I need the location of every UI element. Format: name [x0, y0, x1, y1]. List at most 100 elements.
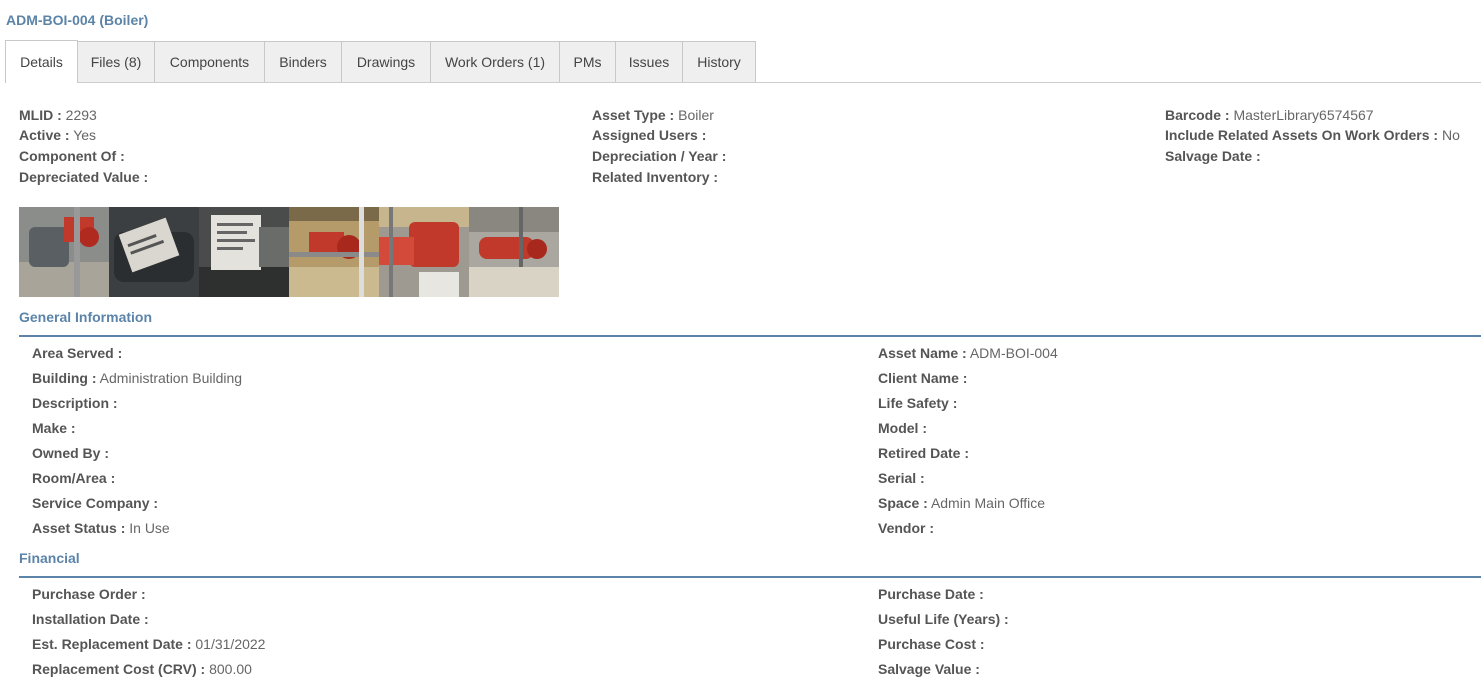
- field-label: Model :: [878, 420, 927, 436]
- field-model: Model :: [878, 420, 927, 436]
- field-value: Admin Main Office: [930, 495, 1046, 511]
- field-value: Administration Building: [99, 370, 243, 386]
- field-label: Purchase Date :: [878, 586, 984, 602]
- field-purchase-cost: Purchase Cost :: [878, 636, 985, 652]
- field-label: Salvage Value :: [878, 661, 980, 677]
- field-purchase-date: Purchase Date :: [878, 586, 984, 602]
- section-divider: [19, 576, 1481, 578]
- field-label: Barcode :: [1165, 107, 1230, 123]
- field-value: 800.00: [209, 661, 252, 677]
- field-client-name: Client Name :: [878, 370, 967, 386]
- field-life-safety: Life Safety :: [878, 395, 957, 411]
- photo-thumbnail[interactable]: [469, 207, 559, 297]
- tab-bar: Details Files (8) Components Binders Dra…: [5, 40, 1481, 83]
- field-mlid: MLID : 2293: [19, 107, 97, 123]
- field-value: 01/31/2022: [195, 636, 266, 652]
- field-vendor: Vendor :: [878, 520, 934, 536]
- photo-thumbnail[interactable]: [19, 207, 109, 297]
- field-label: Depreciated Value :: [19, 169, 149, 185]
- field-label: Serial :: [878, 470, 925, 486]
- field-room-area: Room/Area :: [32, 470, 115, 486]
- field-label: Est. Replacement Date :: [32, 636, 192, 652]
- field-label: Make :: [32, 420, 76, 436]
- field-active: Active : Yes: [19, 127, 96, 143]
- field-component-of: Component Of :: [19, 148, 125, 164]
- tab-binders[interactable]: Binders: [264, 41, 342, 82]
- field-label: Description :: [32, 395, 118, 411]
- tab-components[interactable]: Components: [154, 41, 265, 82]
- tab-history[interactable]: History: [682, 41, 756, 82]
- field-description: Description :: [32, 395, 118, 411]
- field-service-company: Service Company :: [32, 495, 158, 511]
- tab-pms[interactable]: PMs: [559, 41, 616, 82]
- field-depreciated-value: Depreciated Value :: [19, 169, 148, 185]
- field-value: Boiler: [678, 107, 714, 123]
- field-related-inventory: Related Inventory :: [592, 169, 718, 185]
- photo-thumbnail[interactable]: [379, 207, 469, 297]
- field-assigned-users: Assigned Users :: [592, 127, 706, 143]
- field-label: Client Name :: [878, 370, 968, 386]
- field-label: Owned By :: [32, 445, 110, 461]
- tab-details[interactable]: Details: [5, 40, 78, 83]
- field-make: Make :: [32, 420, 76, 436]
- field-label: Assigned Users :: [592, 127, 707, 143]
- field-label: Active :: [19, 127, 70, 143]
- tab-files[interactable]: Files (8): [77, 41, 155, 82]
- field-label: Building :: [32, 370, 97, 386]
- photo-thumbnail[interactable]: [199, 207, 289, 297]
- field-value: 2293: [65, 107, 97, 123]
- tab-drawings[interactable]: Drawings: [341, 41, 431, 82]
- tab-work-orders[interactable]: Work Orders (1): [430, 41, 560, 82]
- field-label: Useful Life (Years) :: [878, 611, 1009, 627]
- field-label: Installation Date :: [32, 611, 149, 627]
- field-value: Yes: [73, 127, 97, 143]
- field-label: Asset Type :: [592, 107, 675, 123]
- field-owned-by: Owned By :: [32, 445, 109, 461]
- field-installation-date: Installation Date :: [32, 611, 149, 627]
- photo-thumbnail[interactable]: [109, 207, 199, 297]
- field-label: Depreciation / Year :: [592, 148, 727, 164]
- field-label: Room/Area :: [32, 470, 116, 486]
- tab-issues[interactable]: Issues: [615, 41, 683, 82]
- field-label: Space :: [878, 495, 928, 511]
- photo-gallery: [19, 207, 559, 297]
- field-label: Component Of :: [19, 148, 125, 164]
- field-purchase-order: Purchase Order :: [32, 586, 146, 602]
- field-label: Area Served :: [32, 345, 123, 361]
- field-label: Include Related Assets On Work Orders :: [1165, 127, 1439, 143]
- field-depreciation-year: Depreciation / Year :: [592, 148, 726, 164]
- field-label: Life Safety :: [878, 395, 958, 411]
- field-retired-date: Retired Date :: [878, 445, 969, 461]
- field-label: Salvage Date :: [1165, 148, 1261, 164]
- field-barcode: Barcode : MasterLibrary6574567: [1165, 107, 1374, 123]
- field-replacement-cost: Replacement Cost (CRV) : 800.00: [32, 661, 252, 677]
- field-label: Replacement Cost (CRV) :: [32, 661, 206, 677]
- field-label: Asset Status :: [32, 520, 126, 536]
- field-building: Building : Administration Building: [32, 370, 242, 386]
- field-space: Space : Admin Main Office: [878, 495, 1045, 511]
- field-est-replacement-date: Est. Replacement Date : 01/31/2022: [32, 636, 265, 652]
- asset-title: ADM-BOI-004 (Boiler): [6, 12, 149, 28]
- field-useful-life: Useful Life (Years) :: [878, 611, 1009, 627]
- field-asset-status: Asset Status : In Use: [32, 520, 170, 536]
- photo-thumbnail[interactable]: [289, 207, 379, 297]
- section-title-financial: Financial: [19, 550, 80, 566]
- section-title-general: General Information: [19, 309, 153, 325]
- field-label: Related Inventory :: [592, 169, 719, 185]
- field-asset-name: Asset Name : ADM-BOI-004: [878, 345, 1058, 361]
- section-divider: [19, 335, 1481, 337]
- field-label: MLID :: [19, 107, 62, 123]
- field-label: Asset Name :: [878, 345, 967, 361]
- field-label: Retired Date :: [878, 445, 970, 461]
- field-label: Purchase Cost :: [878, 636, 985, 652]
- field-label: Vendor :: [878, 520, 935, 536]
- field-value: MasterLibrary6574567: [1233, 107, 1374, 123]
- field-label: Purchase Order :: [32, 586, 146, 602]
- field-include-related-assets: Include Related Assets On Work Orders : …: [1165, 127, 1460, 143]
- field-label: Service Company :: [32, 495, 159, 511]
- field-salvage-value: Salvage Value :: [878, 661, 980, 677]
- field-value: ADM-BOI-004: [969, 345, 1058, 361]
- field-area-served: Area Served :: [32, 345, 122, 361]
- field-asset-type: Asset Type : Boiler: [592, 107, 714, 123]
- field-salvage-date: Salvage Date :: [1165, 148, 1261, 164]
